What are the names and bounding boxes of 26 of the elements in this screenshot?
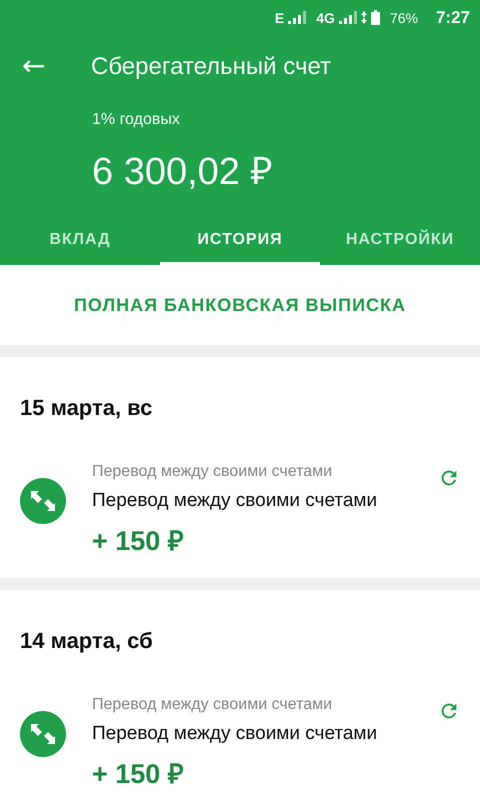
account-balance: 6 300,02 ₽ (92, 150, 274, 195)
date-heading: 14 марта, сб (19, 627, 154, 655)
transaction-amount: + 150 ₽ (92, 758, 185, 791)
network-label: 4G (316, 10, 335, 26)
transaction-amount: + 150 ₽ (92, 525, 185, 558)
transaction-item[interactable]: Перевод между своими счетами Перевод между своими счетами + 150 ₽ (0, 441, 480, 578)
interest-rate: 1% годовых (92, 111, 181, 129)
battery-level: 76% (390, 10, 418, 26)
screen-title: Сберегательный счет (91, 53, 332, 81)
transaction-title: Перевод между своими счетами (92, 723, 378, 745)
battery-icon (370, 10, 380, 25)
transfer-icon (20, 711, 66, 757)
data-arrows-icon (360, 11, 367, 24)
signal-icon (338, 11, 357, 24)
transaction-category: Перевод между своими счетами (92, 463, 334, 481)
back-button[interactable]: ← (0, 48, 72, 86)
transaction-item[interactable]: Перевод между своими счетами Перевод между своими счетами + 150 ₽ (0, 674, 480, 800)
clock: 7:27 (436, 8, 470, 28)
network-label: E (274, 10, 284, 26)
transaction-title: Перевод между своими счетами (92, 490, 378, 512)
signal-icon (288, 11, 306, 24)
transaction-category: Перевод между своими счетами (92, 696, 334, 714)
date-heading: 15 марта, вс (19, 394, 154, 422)
transfer-icon (20, 478, 66, 524)
tab[interactable]: ВКЛАД (0, 217, 160, 265)
tab[interactable]: НАСТРОЙКИ (320, 217, 480, 265)
